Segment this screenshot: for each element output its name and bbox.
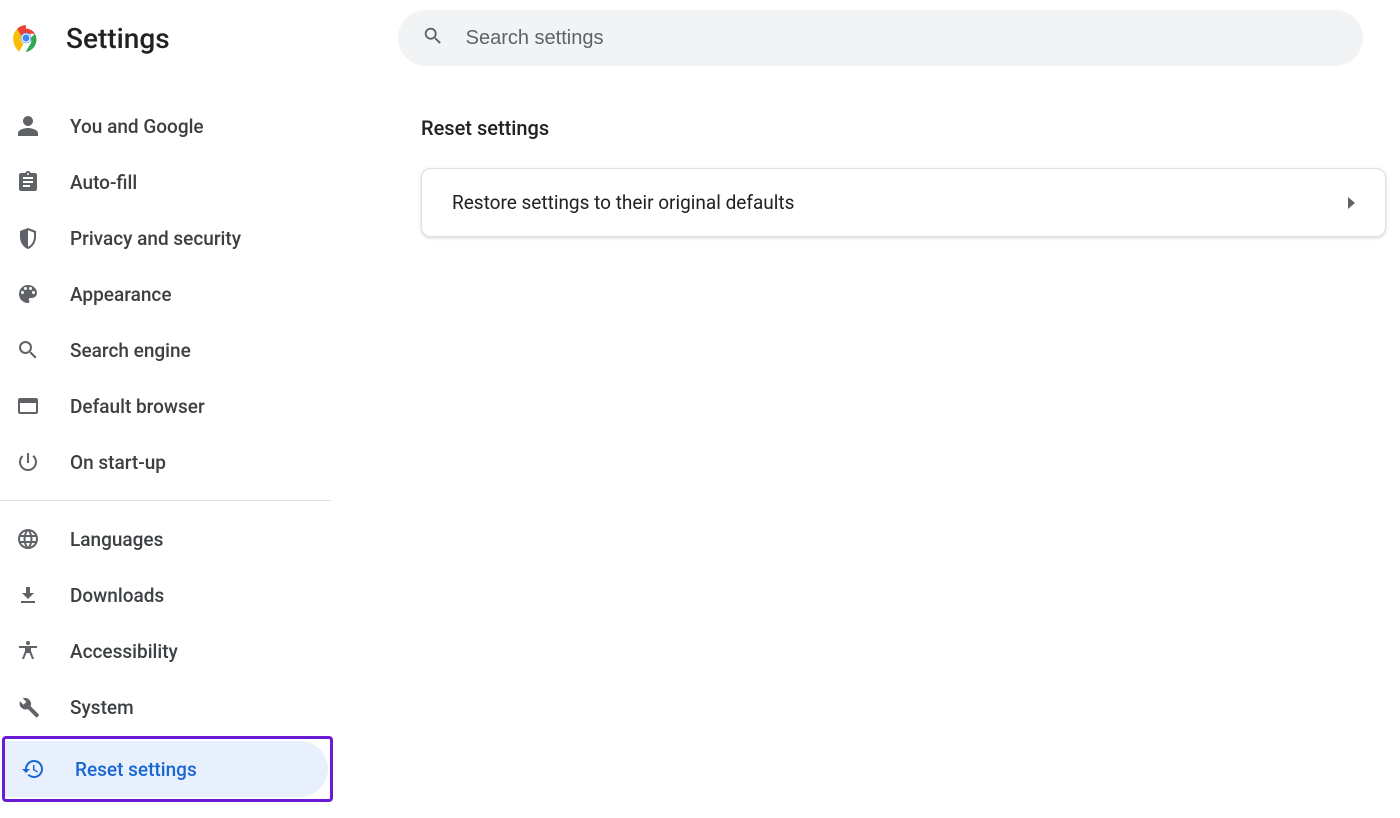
sidebar-item-default-browser[interactable]: Default browser bbox=[0, 378, 327, 434]
sidebar-divider bbox=[0, 500, 331, 501]
sidebar-item-label: Appearance bbox=[70, 283, 172, 306]
chevron-right-icon bbox=[1348, 197, 1355, 209]
search-bar[interactable] bbox=[398, 10, 1363, 66]
sidebar-item-label: Reset settings bbox=[75, 758, 197, 781]
logo-title-group: Settings bbox=[12, 22, 170, 55]
sidebar-item-label: System bbox=[70, 696, 134, 719]
wrench-icon bbox=[16, 695, 40, 719]
sidebar-item-label: Accessibility bbox=[70, 640, 178, 663]
section-title: Reset settings bbox=[421, 116, 1388, 140]
sidebar: You and Google Auto-fill Privacy and sec… bbox=[0, 76, 335, 802]
person-icon bbox=[16, 114, 40, 138]
sidebar-item-autofill[interactable]: Auto-fill bbox=[0, 154, 327, 210]
sidebar-item-label: Privacy and security bbox=[70, 227, 241, 250]
search-icon bbox=[422, 25, 444, 51]
sidebar-item-privacy-security[interactable]: Privacy and security bbox=[0, 210, 327, 266]
settings-card: Restore settings to their original defau… bbox=[421, 168, 1386, 237]
sidebar-item-reset-settings[interactable]: Reset settings bbox=[5, 741, 328, 797]
sidebar-item-system[interactable]: System bbox=[0, 679, 327, 735]
accessibility-icon bbox=[16, 639, 40, 663]
clipboard-icon bbox=[16, 170, 40, 194]
sidebar-item-search-engine[interactable]: Search engine bbox=[0, 322, 327, 378]
sidebar-highlight: Reset settings bbox=[2, 736, 333, 802]
sidebar-item-label: Languages bbox=[70, 528, 163, 551]
sidebar-item-label: Search engine bbox=[70, 339, 191, 362]
globe-icon bbox=[16, 527, 40, 551]
sidebar-item-accessibility[interactable]: Accessibility bbox=[0, 623, 327, 679]
header: Settings bbox=[0, 0, 1400, 76]
row-label: Restore settings to their original defau… bbox=[452, 191, 794, 214]
sidebar-item-label: On start-up bbox=[70, 451, 166, 474]
sidebar-item-appearance[interactable]: Appearance bbox=[0, 266, 327, 322]
sidebar-item-label: Downloads bbox=[70, 584, 164, 607]
main-content: Reset settings Restore settings to their… bbox=[335, 76, 1400, 802]
app-title: Settings bbox=[66, 22, 170, 55]
power-icon bbox=[16, 450, 40, 474]
search-icon bbox=[16, 338, 40, 362]
palette-icon bbox=[16, 282, 40, 306]
sidebar-item-label: You and Google bbox=[70, 115, 204, 138]
sidebar-item-label: Auto-fill bbox=[70, 171, 137, 194]
shield-icon bbox=[16, 226, 40, 250]
sidebar-item-you-and-google[interactable]: You and Google bbox=[0, 98, 327, 154]
restore-defaults-row[interactable]: Restore settings to their original defau… bbox=[422, 169, 1385, 236]
restore-icon bbox=[21, 757, 45, 781]
browser-icon bbox=[16, 394, 40, 418]
search-input[interactable] bbox=[466, 27, 1339, 50]
sidebar-item-label: Default browser bbox=[70, 395, 205, 418]
sidebar-item-downloads[interactable]: Downloads bbox=[0, 567, 327, 623]
sidebar-item-languages[interactable]: Languages bbox=[0, 511, 327, 567]
sidebar-item-on-startup[interactable]: On start-up bbox=[0, 434, 327, 490]
chrome-logo-icon bbox=[12, 24, 40, 52]
download-icon bbox=[16, 583, 40, 607]
